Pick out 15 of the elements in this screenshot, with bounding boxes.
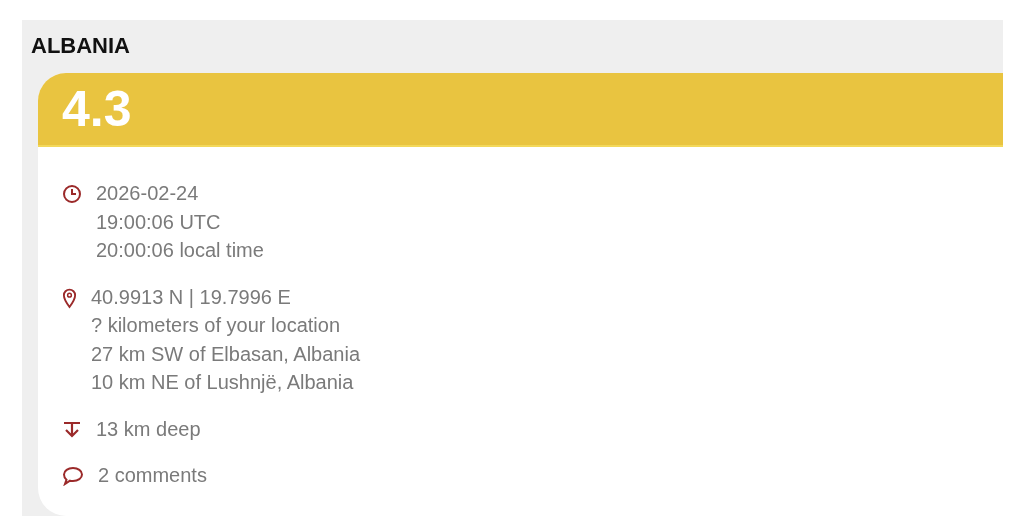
detail-text: 2026-02-24: [96, 181, 200, 206]
detail-text: 10 km NE of Lushnjë, Albania: [91, 370, 355, 395]
detail-text: 13 km deep: [96, 416, 201, 442]
detail-text: 2 comments: [98, 463, 207, 488]
clock-icon: [62, 184, 82, 204]
detail-text: 20:00:06 local time: [96, 238, 264, 263]
region-title: ALBANIA: [31, 33, 131, 59]
map-pin-icon: [62, 287, 77, 309]
magnitude-value: 4.3: [62, 84, 132, 134]
detail-text: 27 km SW of Elbasan, Albania: [91, 341, 361, 367]
arrow-down-icon: [62, 419, 82, 440]
detail-text: ? kilometers of your location: [91, 313, 341, 338]
speech-bubble-icon: [62, 466, 84, 486]
detail-text: 19:00:06 UTC: [96, 209, 222, 235]
detail-text: 40.9913 N | 19.7996 E: [91, 284, 292, 310]
